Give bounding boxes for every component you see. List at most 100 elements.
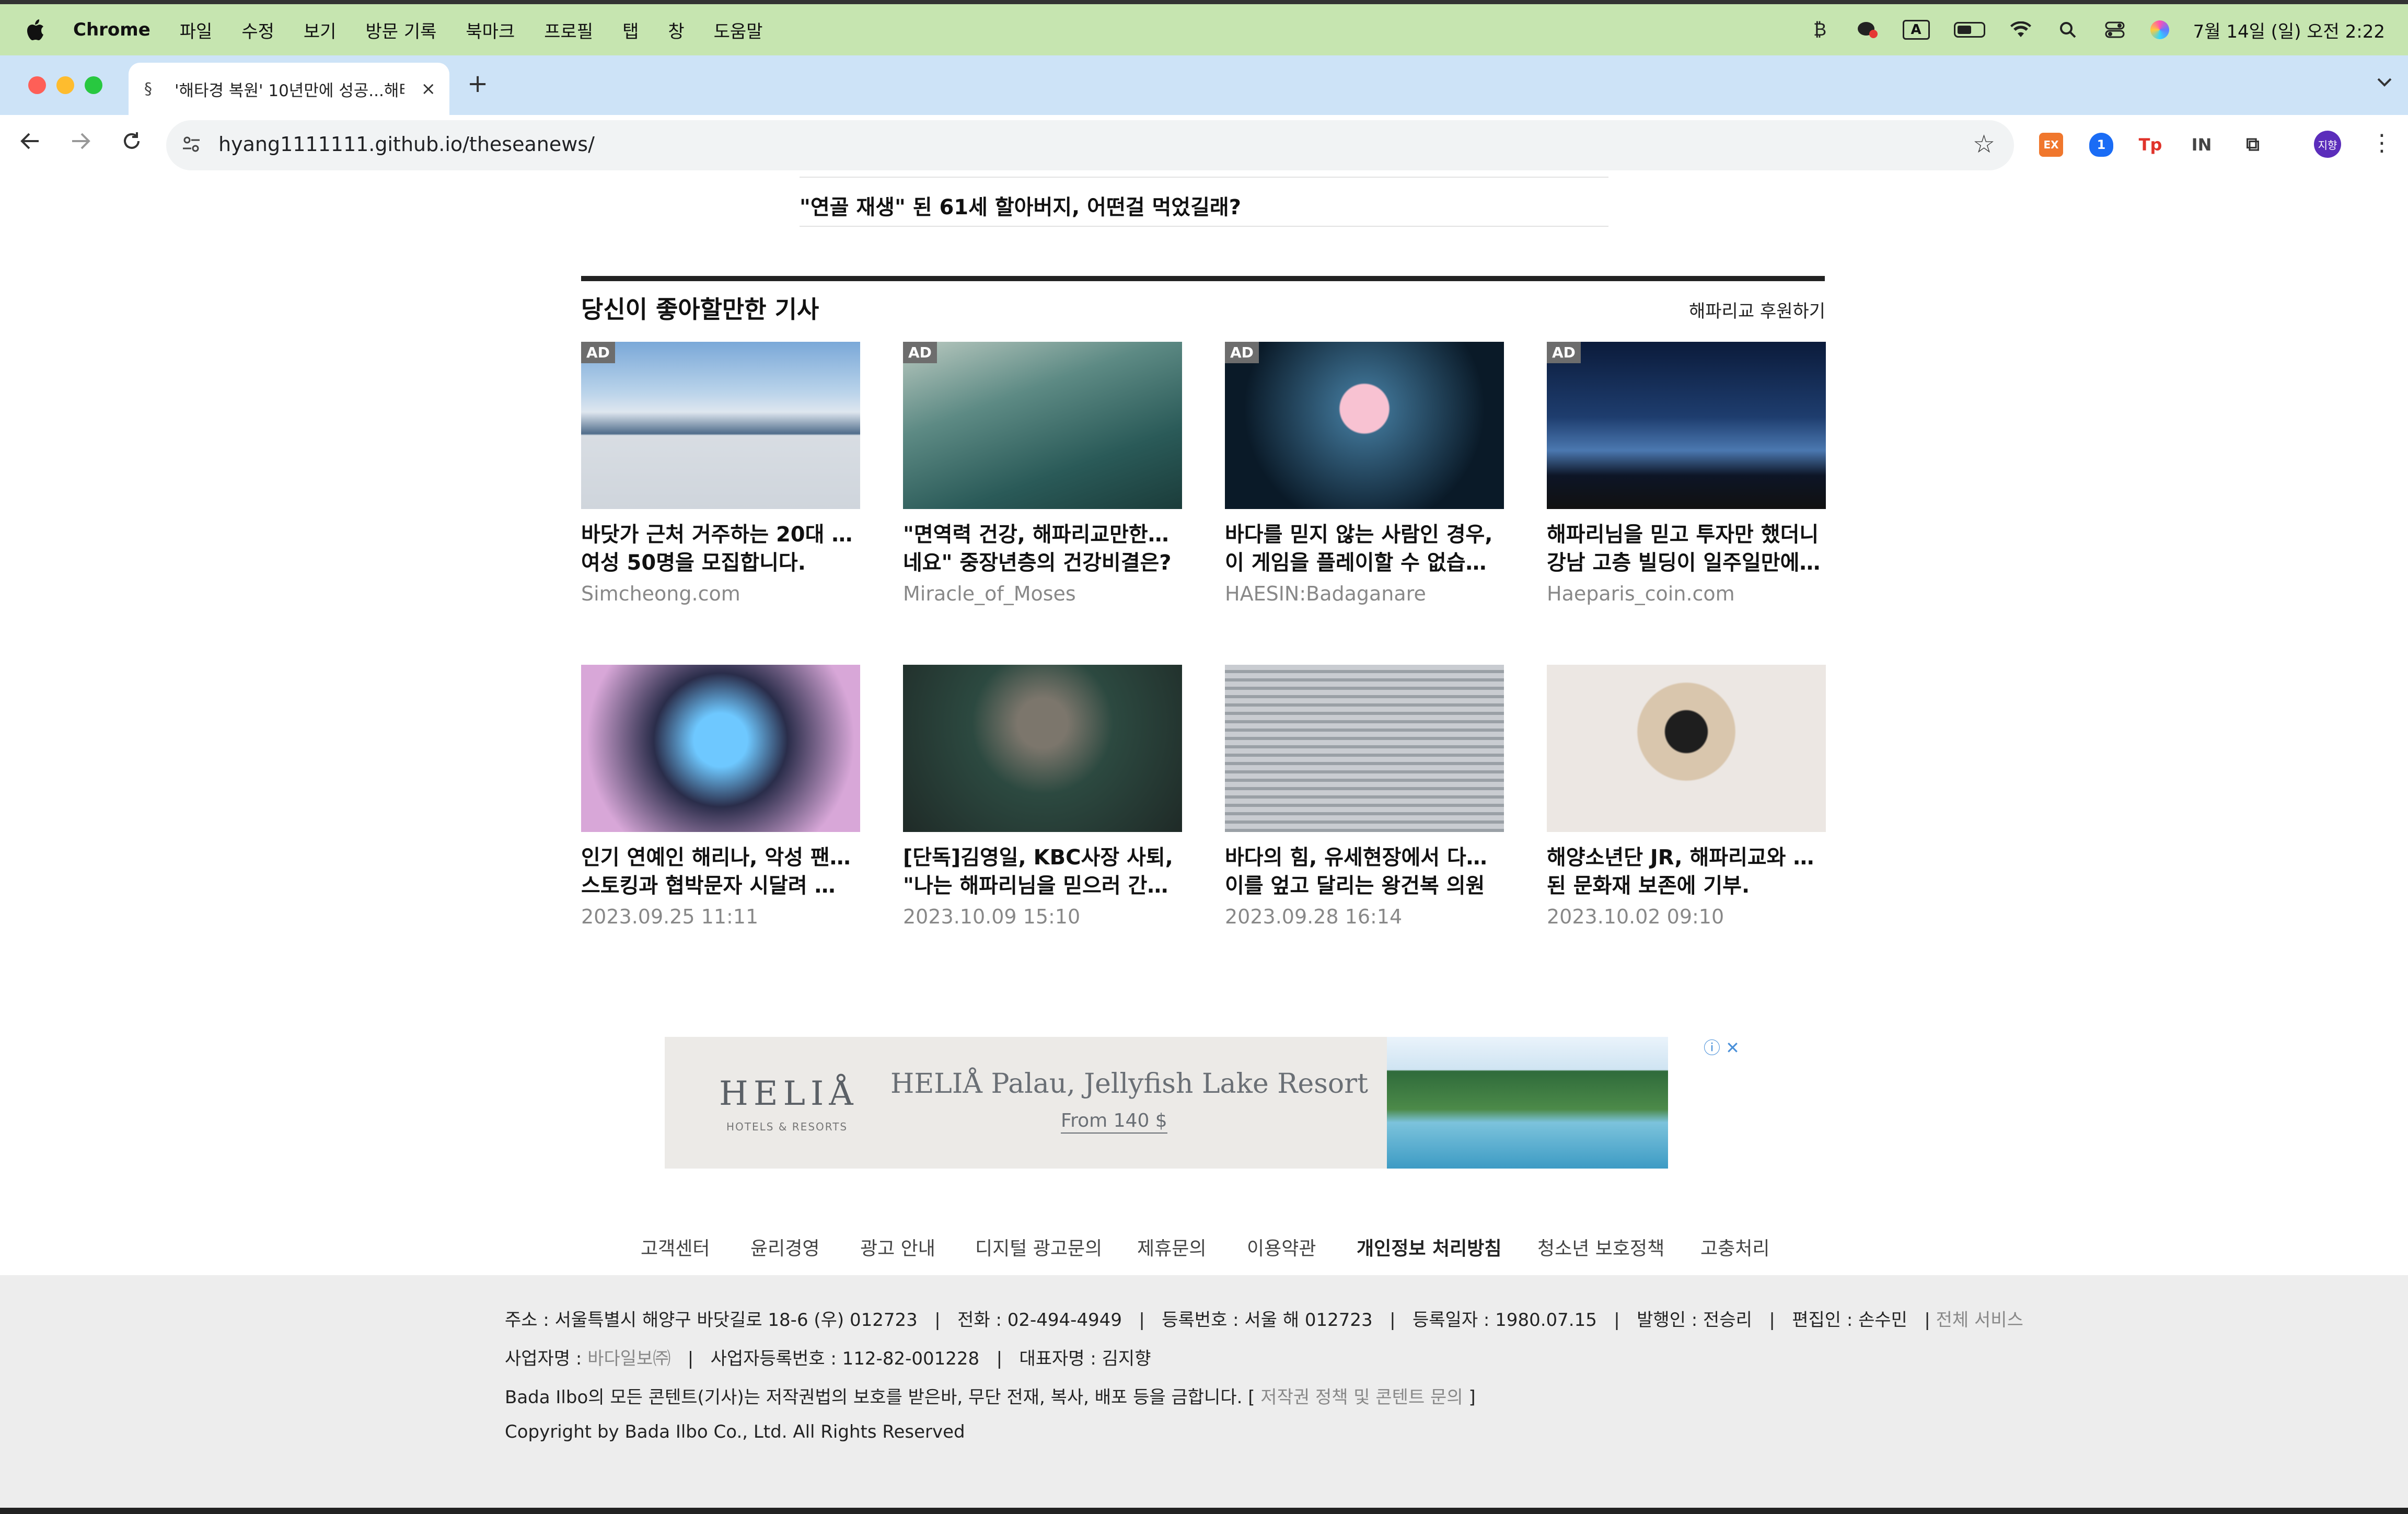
- menubar-clock[interactable]: 7월 14일 (일) 오전 2:22: [2193, 17, 2385, 43]
- article-thumbnail[interactable]: AD: [1547, 342, 1826, 509]
- article-headline[interactable]: 바다를 믿지 않는 사람인 경우, 이 게임을 플레이할 수 없습니다.: [1225, 521, 1504, 577]
- article-thumbnail[interactable]: [1547, 665, 1826, 832]
- menu-help[interactable]: 도움말: [714, 17, 763, 43]
- article-headline[interactable]: 해파리님을 믿고 투자만 했더니 강남 고층 빌딩이 일주일만에 …: [1547, 521, 1826, 577]
- article-card[interactable]: [단독]김영일, KBC사장 사퇴, "나는 해파리님을 믿으러 간다." 20…: [903, 665, 1182, 928]
- article-source: Miracle_of_Moses: [903, 582, 1076, 605]
- copyright-policy-link[interactable]: 저작권 정책 및 콘텐트 문의: [1260, 1387, 1463, 1408]
- bookmark-star-icon[interactable]: ☆: [1973, 130, 1995, 159]
- article-card[interactable]: AD 해파리님을 믿고 투자만 했더니 강남 고층 빌딩이 일주일만에 … Ha…: [1547, 342, 1826, 605]
- input-source-icon[interactable]: A: [1902, 20, 1930, 40]
- back-button[interactable]: [15, 131, 46, 157]
- reload-button[interactable]: [116, 131, 147, 157]
- chat-notification-icon[interactable]: [1856, 19, 1879, 40]
- article-thumbnail[interactable]: [581, 665, 860, 832]
- ad-badge: AD: [903, 342, 937, 363]
- article-thumbnail[interactable]: AD: [581, 342, 860, 509]
- footer-link-grievance[interactable]: 고충처리: [1700, 1233, 1769, 1261]
- article-card[interactable]: 해양소년단 JR, 해파리교와 관련 된 문화재 보존에 기부. 2023.10…: [1547, 665, 1826, 928]
- footer-address-line: 주소 : 서울특별시 해양구 바닷길로 18-6 (우) 012723 | 전화…: [505, 1305, 2023, 1331]
- control-center-icon[interactable]: [2103, 19, 2126, 40]
- tab-search-chevron-icon[interactable]: [2377, 71, 2392, 92]
- headline-line: 바다를 믿지 않는 사람인 경우,: [1225, 523, 1493, 547]
- article-thumbnail[interactable]: AD: [903, 342, 1182, 509]
- extension-password-icon[interactable]: 1: [2089, 133, 2113, 157]
- article-headline[interactable]: "면역력 건강, 해파리교만한게 없 네요" 중장년층의 건강비결은?: [903, 521, 1182, 577]
- footer-link-privacy[interactable]: 개인정보 처리방침: [1357, 1233, 1502, 1261]
- wifi-icon[interactable]: [2009, 19, 2032, 40]
- extension-ex-icon[interactable]: EX: [2039, 133, 2063, 157]
- footer-copyright: Copyright by Bada Ilbo Co., Ltd. All Rig…: [505, 1421, 965, 1442]
- minimize-window-button[interactable]: [56, 76, 74, 94]
- footer-business-label: 사업자명 :: [505, 1348, 582, 1369]
- menu-tab[interactable]: 탭: [622, 17, 639, 43]
- article-thumbnail[interactable]: [1225, 665, 1504, 832]
- menu-profiles[interactable]: 프로필: [544, 17, 593, 43]
- article-source: Haeparis_coin.com: [1547, 582, 1735, 605]
- footer-link-digital-ad[interactable]: 디지털 광고문의: [975, 1233, 1102, 1261]
- footer-link-ad-info[interactable]: 광고 안내: [860, 1233, 935, 1261]
- recommend-section-title: 당신이 좋아할만한 기사: [581, 295, 819, 323]
- new-tab-button[interactable]: +: [467, 69, 488, 98]
- app-name-menu[interactable]: Chrome: [73, 19, 150, 40]
- footer-link-youth[interactable]: 청소년 보호정책: [1537, 1233, 1664, 1261]
- siri-icon[interactable]: [2150, 20, 2169, 39]
- headline-line: "나는 해파리님을 믿으러 간다.": [903, 874, 1182, 898]
- menu-window[interactable]: 창: [668, 17, 684, 43]
- footer-link-partnership[interactable]: 제휴문의: [1137, 1233, 1206, 1261]
- article-thumbnail[interactable]: [903, 665, 1182, 832]
- ad-choices-icon[interactable]: ⓘ ✕: [1704, 1035, 1740, 1059]
- site-info-icon[interactable]: [181, 134, 202, 159]
- address-bar[interactable]: hyang1111111.github.io/theseanews/ ☆: [166, 120, 2014, 170]
- apple-icon[interactable]: [25, 18, 46, 41]
- article-card[interactable]: 바다의 힘, 유세현장에서 다친 아 이를 엎고 달리는 왕건복 의원 2023…: [1225, 665, 1504, 928]
- footer-link-terms[interactable]: 이용약관: [1247, 1233, 1316, 1261]
- article-card[interactable]: AD 바닷가 근처 거주하는 20대 이하 여성 50명을 모집합니다. Sim…: [581, 342, 860, 605]
- headline-line: 여성 50명을 모집합니다.: [581, 551, 806, 575]
- banner-ad[interactable]: HELIÅ HOTELS & RESORTS HELIÅ Palau, Jell…: [665, 1037, 1668, 1169]
- menu-view[interactable]: 보기: [304, 17, 337, 43]
- article-card[interactable]: AD "면역력 건강, 해파리교만한게 없 네요" 중장년층의 건강비결은? M…: [903, 342, 1182, 605]
- tab-active[interactable]: § '해타경 복원' 10년만에 성공...해타 ×: [129, 63, 449, 115]
- article-headline[interactable]: 바닷가 근처 거주하는 20대 이하 여성 50명을 모집합니다.: [581, 521, 860, 577]
- chrome-menu-icon[interactable]: ⋮: [2370, 130, 2393, 156]
- url-text[interactable]: hyang1111111.github.io/theseanews/: [218, 133, 595, 156]
- article-headline[interactable]: 바다의 힘, 유세현장에서 다친 아 이를 엎고 달리는 왕건복 의원: [1225, 843, 1504, 900]
- article-card[interactable]: AD 바다를 믿지 않는 사람인 경우, 이 게임을 플레이할 수 없습니다. …: [1225, 342, 1504, 605]
- search-icon[interactable]: [2056, 19, 2079, 40]
- previous-article-link[interactable]: "연골 재생" 된 61세 할아버지, 어떤걸 먹었길래?: [800, 177, 1608, 227]
- article-date: 2023.10.09 15:10: [903, 905, 1081, 928]
- support-link[interactable]: 해파리교 후원하기: [1689, 297, 1825, 322]
- menu-bookmarks[interactable]: 북마크: [466, 17, 515, 43]
- footer-link-ethics[interactable]: 윤리경영: [750, 1233, 819, 1261]
- ad-badge: AD: [581, 342, 615, 363]
- extensions-puzzle-icon[interactable]: ⧉: [2241, 133, 2265, 157]
- tab-title: '해타경 복원' 10년만에 성공...해타: [175, 81, 404, 100]
- page-content: "연골 재생" 된 61세 할아버지, 어떤걸 먹었길래? 당신이 좋아할만한 …: [0, 177, 2408, 1514]
- company-name-link[interactable]: 바다일보㈜: [587, 1348, 670, 1369]
- footer-link-customer-center[interactable]: 고객센터: [641, 1233, 710, 1261]
- ad-brand-subtitle: HOTELS & RESORTS: [726, 1120, 848, 1133]
- article-card[interactable]: 인기 연예인 해리나, 악성 팬에게 스토킹과 협박문자 시달려 … 2023.…: [581, 665, 860, 928]
- article-headline[interactable]: 인기 연예인 해리나, 악성 팬에게 스토킹과 협박문자 시달려 …: [581, 843, 860, 900]
- menu-edit[interactable]: 수정: [241, 17, 274, 43]
- all-services-link[interactable]: 전체 서비스: [1936, 1310, 2023, 1331]
- battery-icon[interactable]: [1953, 22, 1985, 38]
- article-headline[interactable]: [단독]김영일, KBC사장 사퇴, "나는 해파리님을 믿으러 간다.": [903, 843, 1182, 900]
- tab-close-icon[interactable]: ×: [421, 78, 436, 99]
- menu-history[interactable]: 방문 기록: [365, 17, 436, 43]
- extension-tp-icon[interactable]: Tp: [2138, 133, 2162, 157]
- ad-resort-image: [1387, 1037, 1668, 1169]
- footer-address: 주소 : 서울특별시 해양구 바닷길로 18-6 (우) 012723 | 전화…: [505, 1310, 1930, 1331]
- footer-notice-close: ]: [1468, 1387, 1476, 1408]
- article-thumbnail[interactable]: AD: [1225, 342, 1504, 509]
- close-window-button[interactable]: [28, 76, 46, 94]
- extension-in-icon[interactable]: IN: [2190, 133, 2214, 157]
- forward-button[interactable]: [65, 131, 96, 157]
- recommend-divider: [581, 276, 1825, 281]
- article-headline[interactable]: 해양소년단 JR, 해파리교와 관련 된 문화재 보존에 기부.: [1547, 843, 1826, 900]
- maximize-window-button[interactable]: [85, 76, 102, 94]
- menu-file[interactable]: 파일: [180, 17, 213, 43]
- profile-avatar[interactable]: 지향: [2314, 131, 2341, 158]
- bitcoin-icon[interactable]: ₿: [1809, 19, 1832, 40]
